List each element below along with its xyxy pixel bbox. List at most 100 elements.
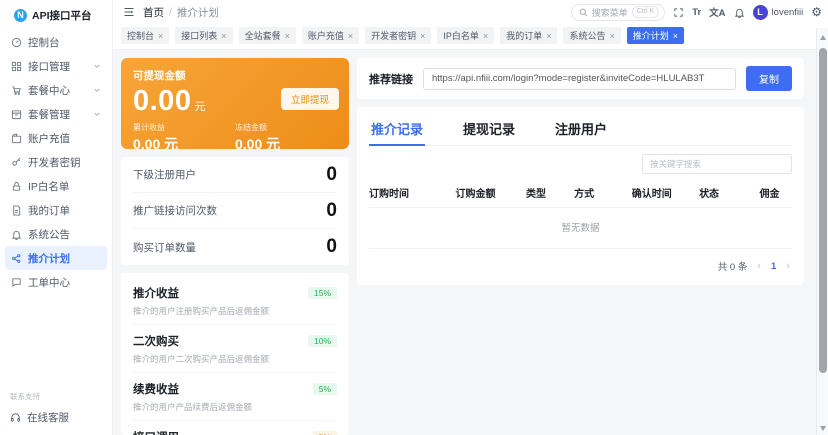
close-icon[interactable]: × [158,31,163,41]
wallet-stat-value: 0.00 元 [235,134,337,154]
tab-registered-users[interactable]: 注册用户 [553,115,609,145]
commission-title: 续费收益 [133,381,179,397]
withdrawable-balance-card: 可提现金额 0.00 元 立即提现 累计收益 0.00 元 冻结金额 0.00 … [121,58,349,149]
sidebar-item-label: 接口管理 [28,59,87,74]
font-size-icon[interactable]: Tr [692,7,701,18]
sidebar-item-referral-plan[interactable]: 推介计划 [5,246,107,270]
support-item-label: 在线客服 [27,410,69,425]
sidebar-item-developer-keys[interactable]: 开发者密钥 [5,150,107,174]
empty-state-text: 暂无数据 [369,208,792,249]
user-menu[interactable]: L lovenfiii [753,5,804,20]
close-icon[interactable]: × [483,31,488,41]
counter-label: 推广链接访问次数 [133,203,217,218]
counter-value: 0 [326,200,337,222]
sidebar-item-package-management[interactable]: 套餐管理 [5,102,107,126]
sidebar-item-recharge[interactable]: 账户充值 [5,126,107,150]
top-header: 首页 / 推介计划 搜索菜单 Ctrl K Tr 文A L lovenfiii … [113,0,828,24]
commission-description: 推介的用户产品续费后返佣金额 [133,401,337,413]
sidebar-item-label: 系统公告 [28,227,101,242]
sidebar-item-my-orders[interactable]: 我的订单 [5,198,107,222]
scroll-down-arrow[interactable] [820,426,826,431]
chevron-down-icon [93,62,101,70]
commission-rate-badge: 5% [313,383,337,395]
counter-purchase-orders: 购买订单数量 0 [133,229,337,265]
sidebar-item-label: 账户充值 [28,131,101,146]
menu-search-input[interactable]: 搜索菜单 Ctrl K [571,4,666,21]
notifications-bell-icon[interactable] [734,7,745,18]
close-icon[interactable]: × [546,31,551,41]
tab-withdraw-records[interactable]: 提现记录 [461,115,517,145]
logo-icon: N [14,9,27,22]
tab-chip-developer-keys[interactable]: 开发者密钥 × [365,27,431,44]
records-card: 推介记录 提现记录 注册用户 订购时间 订购金额 类型 方式 确认时间 状态 佣… [357,107,804,285]
breadcrumb-separator: / [169,6,172,18]
document-icon [11,205,22,216]
close-icon[interactable]: × [221,31,226,41]
tab-chip-label: 开发者密钥 [371,29,416,42]
wallet-icon [11,133,22,144]
sidebar-item-package-center[interactable]: 套餐中心 [5,78,107,102]
current-page-button[interactable]: 1 [771,261,776,272]
tab-chip-referral-plan[interactable]: 推介计划× [627,27,684,44]
sidebar-item-announcements[interactable]: 系统公告 [5,222,107,246]
sidebar-item-dashboard[interactable]: 控制台 [5,30,107,54]
commission-referral-income: 推介收益 15% 推介的用户注册购买产品后返佣金额 [133,277,337,325]
commission-rate-badge: 10% [308,335,337,347]
records-tabs: 推介记录 提现记录 注册用户 [369,115,792,146]
open-tabs-bar: 控制台× 接口列表× 全站套餐 × 账户充值× 开发者密钥 × IP白名单× 我的订… [113,24,828,50]
tab-chip-label: 我的订单 [506,29,542,42]
settings-gear-icon[interactable]: ⚙ [811,5,822,19]
tab-chip-dashboard[interactable]: 控制台× [121,27,169,44]
close-icon[interactable]: × [609,31,614,41]
app-logo[interactable]: N API接口平台 [0,2,112,28]
close-icon[interactable]: × [420,31,425,41]
referral-link-label: 推荐链接 [369,71,413,87]
tab-chip-ip-whitelist[interactable]: IP白名单× [437,27,494,44]
sidebar-item-label: 工单中心 [28,275,101,290]
chat-icon [11,277,22,288]
tab-chip-recharge[interactable]: 账户充值× [302,27,359,44]
referral-link-card: 推荐链接 复制 [357,58,804,99]
tab-chip-my-orders[interactable]: 我的订单 × [500,27,557,44]
wallet-frozen-amount: 冻结金额 0.00 元 [235,122,337,154]
close-icon[interactable]: × [348,31,353,41]
referral-link-input[interactable] [423,68,736,90]
commission-title: 二次购买 [133,333,179,349]
next-page-icon[interactable]: › [786,260,790,272]
counter-registered-users: 下级注册用户 0 [133,157,337,193]
counter-label: 下级注册用户 [133,167,196,182]
tab-chip-label: 全站套餐 [245,29,281,42]
wallet-unit: 元 [194,98,205,114]
search-icon [579,8,588,17]
counter-label: 购买订单数量 [133,240,196,255]
translate-icon[interactable]: 文A [709,5,725,19]
app-title: API接口平台 [32,8,92,23]
scrollbar-thumb[interactable] [819,48,827,373]
lock-icon [11,181,22,192]
close-icon[interactable]: × [673,31,678,41]
sidebar-item-label: 套餐管理 [28,107,87,122]
tab-chip-site-packages[interactable]: 全站套餐 × [239,27,296,44]
prev-page-icon[interactable]: ‹ [757,260,761,272]
tab-referral-records[interactable]: 推介记录 [369,115,425,145]
column-header: 状态 [699,185,747,200]
fullscreen-icon[interactable] [673,7,684,18]
withdraw-now-button[interactable]: 立即提现 [281,88,339,110]
sidebar-item-ticket-center[interactable]: 工单中心 [5,270,107,294]
sidebar-item-ip-whitelist[interactable]: IP白名单 [5,174,107,198]
collapse-sidebar-icon[interactable] [123,6,135,18]
tab-chip-announcements[interactable]: 系统公告× [563,27,620,44]
column-header: 类型 [526,185,574,200]
wallet-stat-label: 冻结金额 [235,122,337,133]
sidebar-item-online-support[interactable]: 在线客服 [10,410,102,425]
vertical-scrollbar[interactable] [816,28,828,435]
keyword-search-input[interactable] [642,154,792,174]
copy-button[interactable]: 复制 [746,66,792,91]
wallet-amount: 0.00 [133,85,191,118]
sidebar-item-api-management[interactable]: 接口管理 [5,54,107,78]
scroll-up-arrow[interactable] [820,35,826,40]
tab-chip-api-list[interactable]: 接口列表× [175,27,232,44]
close-icon[interactable]: × [285,31,290,41]
sidebar-support: 联系支持 在线客服 [0,385,112,435]
breadcrumb-home[interactable]: 首页 [143,5,164,20]
